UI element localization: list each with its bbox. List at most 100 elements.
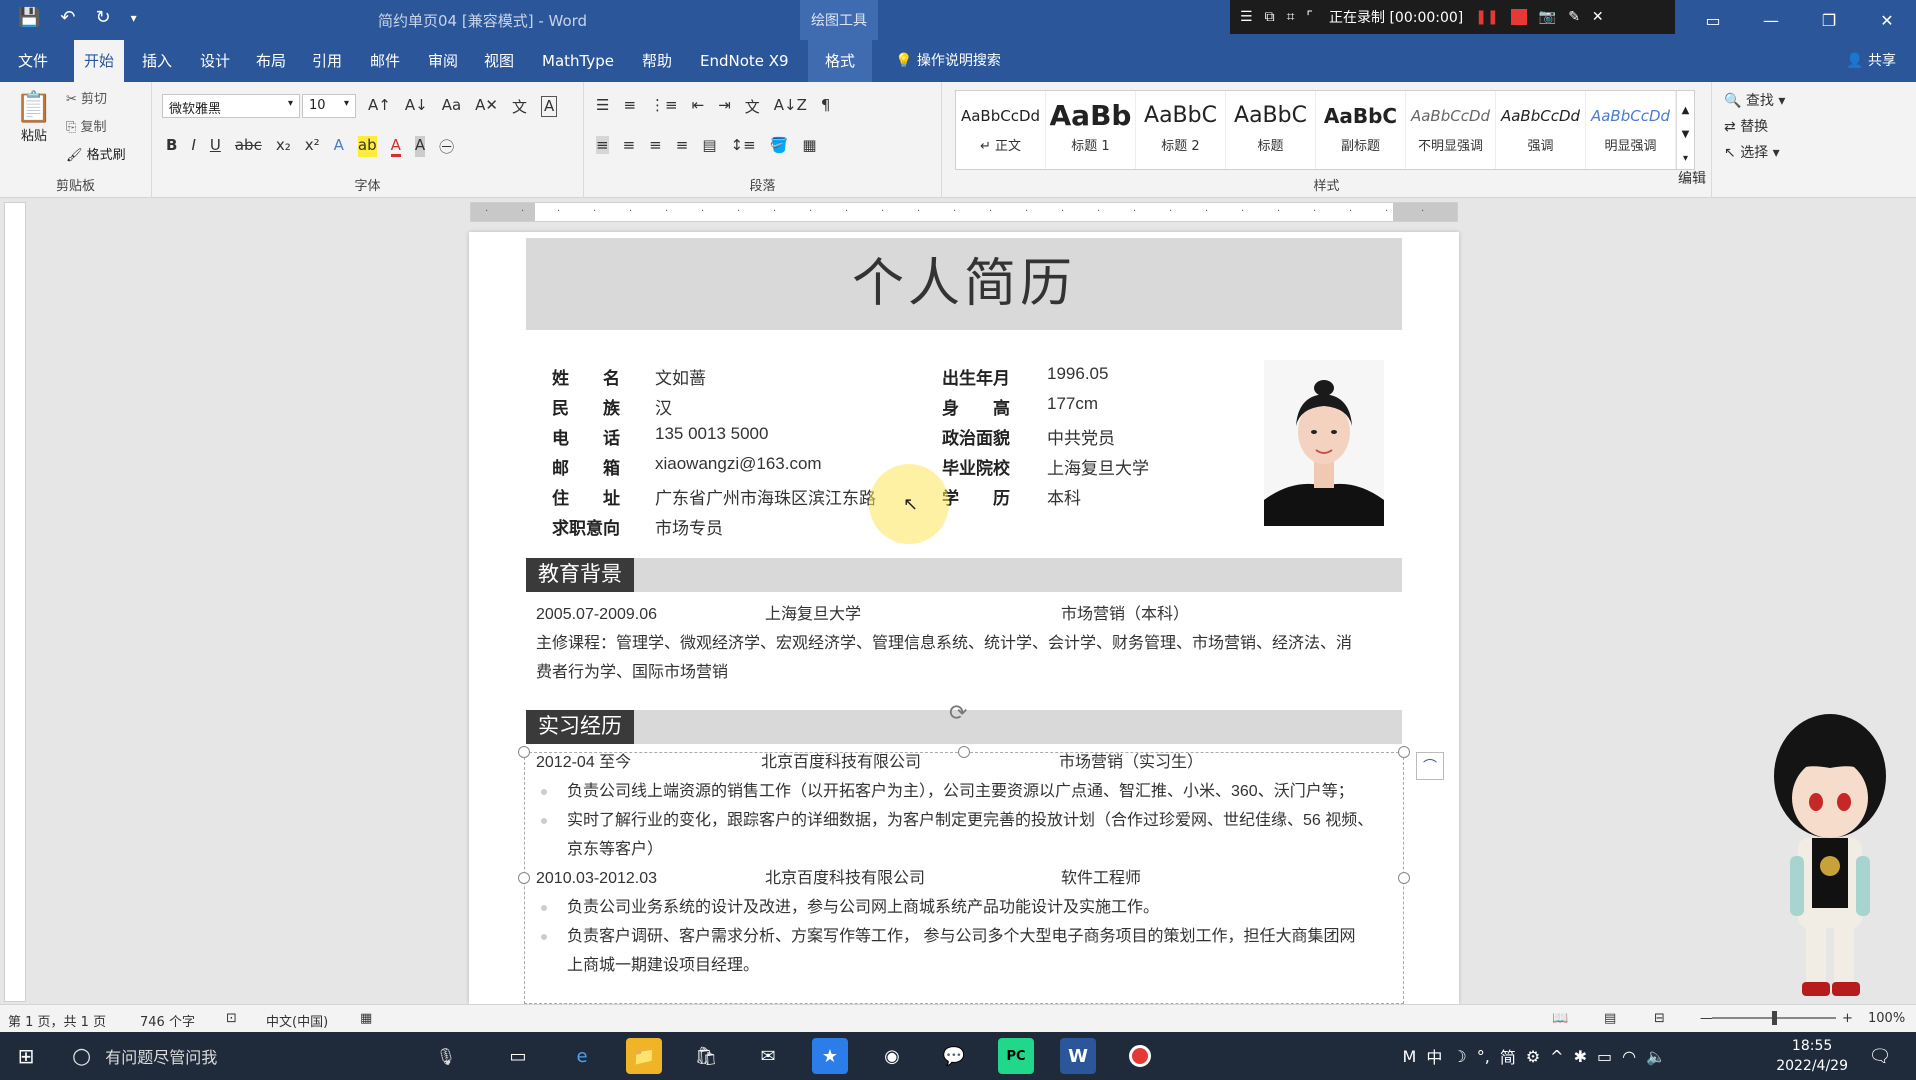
resize-handle[interactable] <box>1398 872 1410 884</box>
format-painter-button[interactable]: 🖌 格式刷 <box>66 144 126 163</box>
task-view-icon[interactable]: ▭ <box>500 1038 536 1074</box>
windows-start-icon[interactable]: ⊞ <box>0 1032 52 1080</box>
rotate-handle-icon[interactable]: ⟳ <box>949 700 967 726</box>
moon-icon[interactable]: ☽ <box>1452 1047 1466 1066</box>
borders-icon[interactable]: ▦ <box>802 136 816 154</box>
page-count[interactable]: 第 1 页，共 1 页 <box>8 1011 106 1030</box>
decrease-indent-icon[interactable]: ⇤ <box>692 96 705 117</box>
tab-insert[interactable]: 插入 <box>132 40 182 82</box>
wifi-icon[interactable]: ◠ <box>1622 1047 1636 1066</box>
customize-qat-icon[interactable]: ▾ <box>131 7 137 28</box>
document-page[interactable]: 个人简历 姓 名 文如蔷 民 族 汉 电 话 135 0013 5000 邮 箱… <box>469 232 1459 1004</box>
font-size-select[interactable]: 10 ▾ <box>302 94 356 118</box>
underline-icon[interactable]: U <box>210 136 221 157</box>
region-icon[interactable]: ⌗ <box>1287 9 1295 25</box>
save-icon[interactable]: 💾 <box>18 7 40 28</box>
numbering-icon[interactable]: ≡ <box>623 96 636 117</box>
sort-icon[interactable]: A↓Z <box>774 96 807 117</box>
shrink-font-icon[interactable]: A↓ <box>405 96 428 117</box>
vertical-ruler[interactable] <box>4 202 26 1002</box>
layout-options-icon[interactable]: ⌒ <box>1416 752 1444 780</box>
language-indicator[interactable]: 中文(中国) <box>266 1011 328 1030</box>
menu-icon[interactable]: ☰ <box>1240 9 1253 25</box>
pen-icon[interactable]: ✎ <box>1568 9 1580 25</box>
font-family-select[interactable]: 微软雅黑 ▾ <box>162 94 300 118</box>
resize-handle[interactable] <box>518 746 530 758</box>
font-color-icon[interactable]: A <box>390 136 401 157</box>
wechat-icon[interactable]: 💬 <box>936 1038 972 1074</box>
word-count[interactable]: 746 个字 <box>140 1011 195 1030</box>
zoom-level[interactable]: 100% <box>1868 1011 1905 1026</box>
superscript-icon[interactable]: x² <box>305 136 320 157</box>
taskbar-search[interactable]: ○ 有问题尽管问我 🎙 <box>62 1038 470 1074</box>
char-border-icon[interactable]: A <box>541 96 558 117</box>
word-icon[interactable]: W <box>1060 1038 1096 1074</box>
volume-icon[interactable]: 🔈 <box>1646 1047 1666 1066</box>
style-subtitle[interactable]: AaBbC 副标题 <box>1316 91 1406 169</box>
notifications-icon[interactable]: 🗨 <box>1862 1038 1898 1074</box>
zoom-in-icon[interactable]: + <box>1842 1011 1853 1026</box>
pycharm-icon[interactable]: PC <box>998 1038 1034 1074</box>
chevron-up-icon[interactable]: ^ <box>1550 1047 1563 1066</box>
tab-help[interactable]: 帮助 <box>632 40 682 82</box>
char-shading-icon[interactable]: A <box>414 136 426 157</box>
minimize-icon[interactable]: — <box>1742 0 1800 40</box>
align-left-icon[interactable]: ≡ <box>596 136 609 154</box>
tell-me-search[interactable]: 💡 操作说明搜索 <box>895 40 1001 82</box>
edge-icon[interactable]: e <box>564 1038 600 1074</box>
gear-icon[interactable]: ⚙ <box>1526 1047 1540 1066</box>
stop-icon[interactable] <box>1510 9 1527 25</box>
strikethrough-icon[interactable]: abc <box>235 136 262 157</box>
tab-layout[interactable]: 布局 <box>246 40 296 82</box>
battery-icon[interactable]: ▭ <box>1597 1047 1612 1066</box>
app-icon[interactable]: ★ <box>812 1038 848 1074</box>
mail-icon[interactable]: ✉ <box>750 1038 786 1074</box>
crop-icon[interactable]: ⌜ <box>1306 9 1313 25</box>
profile-photo[interactable] <box>1264 360 1384 526</box>
undo-icon[interactable]: ↶ <box>60 7 75 28</box>
replace-button[interactable]: ⇄ 替换 <box>1724 116 1916 136</box>
chinese-layout-icon[interactable]: 文 <box>745 96 760 117</box>
show-marks-icon[interactable]: ¶ <box>821 96 831 117</box>
tab-view[interactable]: 视图 <box>474 40 524 82</box>
macro-icon[interactable]: ▦ <box>360 1011 372 1026</box>
paste-button[interactable]: 📋 粘贴 <box>14 90 54 144</box>
gallery-scroll[interactable]: ▲ ▼ ▾ <box>1676 91 1694 169</box>
enclose-char-icon[interactable]: ㊀ <box>439 136 454 157</box>
cut-button[interactable]: ✂ 剪切 <box>66 88 107 107</box>
align-center-icon[interactable]: ≡ <box>623 136 636 154</box>
change-case-icon[interactable]: Aa <box>442 96 461 117</box>
phonetic-icon[interactable]: 文 <box>512 96 527 117</box>
tab-mailings[interactable]: 邮件 <box>360 40 410 82</box>
tab-home[interactable]: 开始 <box>74 40 125 82</box>
zoom-thumb[interactable] <box>1772 1011 1777 1025</box>
bold-icon[interactable]: B <box>166 136 177 157</box>
style-heading-2[interactable]: AaBbC 标题 2 <box>1136 91 1226 169</box>
tab-review[interactable]: 审阅 <box>418 40 468 82</box>
close-recorder-icon[interactable]: ✕ <box>1592 9 1604 25</box>
camera-icon[interactable]: 📷 <box>1539 9 1556 25</box>
ime-mode[interactable]: 简 <box>1500 1044 1516 1068</box>
ribbon-display-icon[interactable]: ▭ <box>1684 0 1742 40</box>
increase-indent-icon[interactable]: ⇥ <box>718 96 731 117</box>
copy-button[interactable]: ⎘ 复制 <box>66 116 107 135</box>
subscript-icon[interactable]: x₂ <box>276 136 291 157</box>
redo-icon[interactable]: ↻ <box>96 7 111 28</box>
tab-mathtype[interactable]: MathType <box>532 40 624 82</box>
file-explorer-icon[interactable]: 📁 <box>626 1038 662 1074</box>
close-icon[interactable]: ✕ <box>1858 0 1916 40</box>
share-button[interactable]: 👤 共享 <box>1846 40 1896 82</box>
web-layout-icon[interactable]: ⊟ <box>1654 1011 1665 1026</box>
resize-handle[interactable] <box>958 746 970 758</box>
style-emphasis[interactable]: AaBbCcDd 强调 <box>1496 91 1586 169</box>
shading-icon[interactable]: 🪣 <box>770 136 789 154</box>
clear-format-icon[interactable]: A✕ <box>475 96 498 117</box>
tab-endnote[interactable]: EndNote X9 <box>690 40 799 82</box>
bullets-icon[interactable]: ☰ <box>596 96 609 117</box>
ime-language[interactable]: 中 <box>1426 1044 1442 1068</box>
punctuation-icon[interactable]: °, <box>1477 1047 1490 1066</box>
ime-m-icon[interactable]: M <box>1403 1047 1417 1066</box>
window-icon[interactable]: ⧉ <box>1265 9 1275 25</box>
highlight-icon[interactable]: ab <box>357 136 377 157</box>
style-intense-emphasis[interactable]: AaBbCcDd 明显强调 <box>1586 91 1676 169</box>
